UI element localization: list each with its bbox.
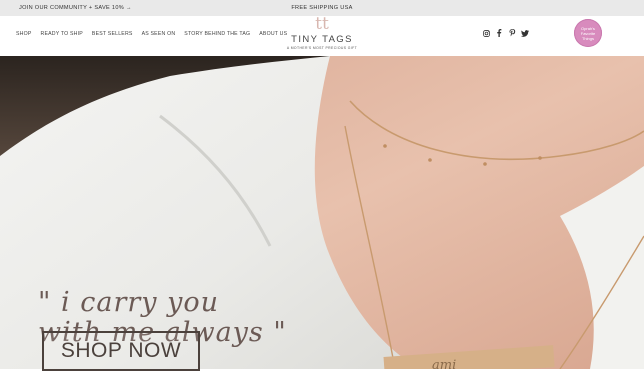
pendant-engraving: ami	[432, 358, 456, 369]
facebook-icon[interactable]	[495, 29, 503, 37]
twitter-icon[interactable]	[521, 29, 529, 37]
logo-monogram: tt	[315, 14, 329, 34]
oprahs-favorite-things-badge[interactable]: Oprah's Favorite Things	[574, 19, 602, 47]
nav-item-ready-to-ship[interactable]: READY TO SHIP	[41, 31, 83, 37]
site-logo[interactable]: tt TINY TAGS A MOTHER'S MOST PRECIOUS GI…	[262, 14, 382, 51]
main-nav: SHOP READY TO SHIP BEST SELLERS AS SEEN …	[16, 31, 287, 37]
social-links	[482, 29, 529, 37]
instagram-icon[interactable]	[482, 29, 490, 37]
site-header: SHOP READY TO SHIP BEST SELLERS AS SEEN …	[0, 16, 644, 56]
logo-name: TINY TAGS	[291, 34, 353, 45]
shop-now-button[interactable]: SHOP NOW	[42, 331, 200, 371]
badge-line-3: Things	[581, 35, 594, 41]
free-shipping-text: FREE SHIPPING USA	[291, 5, 353, 11]
hero-banner[interactable]: ami " i carry you with me always "	[0, 56, 644, 369]
logo-tagline: A MOTHER'S MOST PRECIOUS GIFT	[286, 46, 358, 50]
nav-item-as-seen-on[interactable]: AS SEEN ON	[142, 31, 176, 37]
pinterest-icon[interactable]	[508, 29, 516, 37]
nav-item-best-sellers[interactable]: BEST SELLERS	[92, 31, 133, 37]
nav-item-story[interactable]: STORY BEHIND THE TAG	[184, 31, 250, 37]
hero-quote-line-1: " i carry you	[38, 287, 219, 318]
nav-item-shop[interactable]: SHOP	[16, 31, 32, 37]
